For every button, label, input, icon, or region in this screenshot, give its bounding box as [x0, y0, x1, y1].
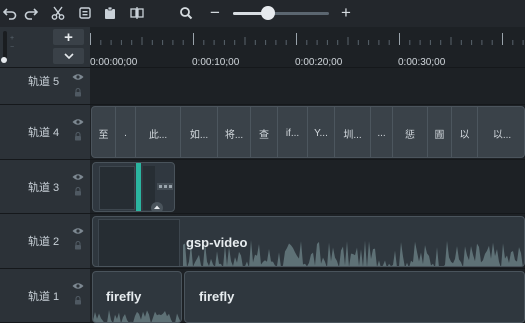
caption-cell[interactable]: 如... [181, 107, 218, 157]
chevron-down-icon [63, 53, 74, 59]
eye-icon[interactable] [72, 118, 84, 126]
zoom-slider-thumb[interactable] [260, 6, 275, 20]
timeline-ruler[interactable]: 0:00:00;00 0:00:10;00 0:00:20;00 0:00:30… [90, 27, 525, 68]
track-header-5[interactable]: 轨道 5 [0, 68, 90, 105]
caption-cell[interactable]: if... [278, 107, 308, 157]
track-size-icon: + − [10, 35, 15, 51]
waveform-shape [93, 309, 181, 322]
lock-icon[interactable] [74, 187, 82, 196]
video-thumbnail [98, 219, 180, 266]
copy-icon [79, 7, 91, 19]
lock-icon[interactable] [74, 88, 82, 97]
video-clip-title: gsp-video [186, 235, 248, 250]
caption-cell[interactable]: ... [371, 107, 393, 157]
transition-marker[interactable] [136, 163, 141, 211]
redo-button[interactable] [21, 3, 41, 23]
track-label: 轨道 2 [28, 236, 60, 248]
track-label: 轨道 5 [28, 76, 60, 88]
paste-button[interactable] [100, 3, 120, 23]
audio-clip-2[interactable]: firefly [184, 271, 525, 323]
eye-icon[interactable] [72, 227, 84, 235]
track-header-4[interactable]: 轨道 4 [0, 105, 90, 160]
audio-clip-title: firefly [106, 289, 142, 304]
expand-up-icon[interactable] [151, 202, 163, 211]
split-button[interactable] [127, 3, 147, 23]
caption-cell[interactable]: . [116, 107, 136, 157]
clip-badge [157, 183, 173, 192]
zoom-in-button[interactable]: + [336, 3, 356, 23]
lock-icon[interactable] [74, 296, 82, 305]
timeline-toolbar: − + [0, 0, 525, 27]
collapse-tracks-button[interactable] [53, 48, 84, 64]
zoom-fit-button[interactable] [176, 3, 196, 23]
lock-icon[interactable] [74, 241, 82, 250]
clip-thumbnail [99, 166, 135, 210]
redo-icon [24, 8, 38, 20]
caption-cell[interactable]: 至 [92, 107, 116, 157]
caption-cell[interactable]: 圳... [335, 107, 371, 157]
track-label: 轨道 4 [28, 127, 60, 139]
caption-cell[interactable]: 圊 [428, 107, 452, 157]
eye-icon[interactable] [72, 173, 84, 181]
audio-clip-title: firefly [199, 289, 235, 304]
track-header-1[interactable]: 轨道 1 [0, 269, 90, 323]
track-header-2[interactable]: 轨道 2 [0, 214, 90, 269]
magnifier-icon [180, 7, 193, 20]
track-label: 轨道 3 [28, 182, 60, 194]
track-label: 轨道 1 [28, 291, 60, 303]
captions-clip[interactable]: 至 . 此... 如... 将... 查 if... Y... 圳... ...… [91, 106, 525, 158]
lock-icon[interactable] [74, 132, 82, 141]
video-clip[interactable]: gsp-video [92, 216, 525, 267]
undo-button[interactable] [0, 3, 20, 23]
audio-clip-1[interactable]: firefly [92, 271, 182, 323]
add-track-button[interactable]: + [53, 29, 84, 46]
copy-button[interactable] [75, 3, 95, 23]
track-lane-5[interactable] [90, 68, 525, 105]
ruler-label-10: 0:00:10;00 [192, 57, 240, 68]
ruler-label-30: 0:00:30;00 [398, 57, 446, 68]
paste-icon [105, 6, 115, 19]
caption-cell[interactable]: Y... [308, 107, 335, 157]
media-clip[interactable] [92, 162, 175, 212]
ruler-label-20: 0:00:20;00 [295, 57, 343, 68]
scissors-icon [51, 6, 65, 20]
track-header-3[interactable]: 轨道 3 [0, 160, 90, 214]
eye-icon[interactable] [72, 282, 84, 290]
eye-icon[interactable] [72, 73, 84, 81]
caption-cell[interactable]: 以... [478, 107, 524, 157]
caption-cell[interactable]: 将... [218, 107, 251, 157]
split-icon [130, 7, 144, 19]
undo-icon [3, 8, 17, 20]
cut-button[interactable] [48, 3, 68, 23]
caption-cell[interactable]: 此... [136, 107, 181, 157]
caption-cell[interactable]: 以 [452, 107, 478, 157]
ruler-label-0: 0:00:00;00 [90, 57, 138, 68]
caption-cell[interactable]: 查 [251, 107, 278, 157]
zoom-out-button[interactable]: − [205, 3, 225, 23]
caption-cell[interactable]: 惩 [393, 107, 428, 157]
track-height-slider[interactable] [3, 31, 7, 59]
track-height-thumb[interactable] [1, 57, 7, 63]
